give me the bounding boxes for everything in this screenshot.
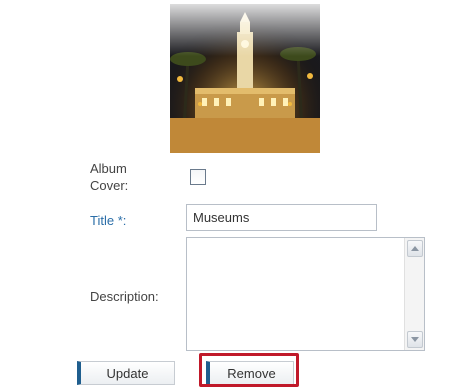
chevron-up-icon [411, 246, 419, 251]
album-cover-checkbox[interactable] [190, 169, 206, 185]
title-label: Title *: [90, 213, 127, 228]
album-photo [170, 4, 320, 153]
remove-highlight [199, 353, 299, 387]
update-button[interactable]: Update [77, 361, 175, 385]
scroll-down-button[interactable] [407, 331, 423, 348]
description-scrollbar[interactable] [404, 238, 424, 350]
ferry-building-photo [170, 4, 320, 153]
album-cover-label: Album Cover: [90, 161, 129, 193]
description-textarea[interactable] [186, 237, 425, 351]
description-label: Description: [90, 289, 159, 304]
title-input[interactable] [186, 204, 377, 231]
chevron-down-icon [411, 337, 419, 342]
scroll-up-button[interactable] [407, 240, 423, 257]
